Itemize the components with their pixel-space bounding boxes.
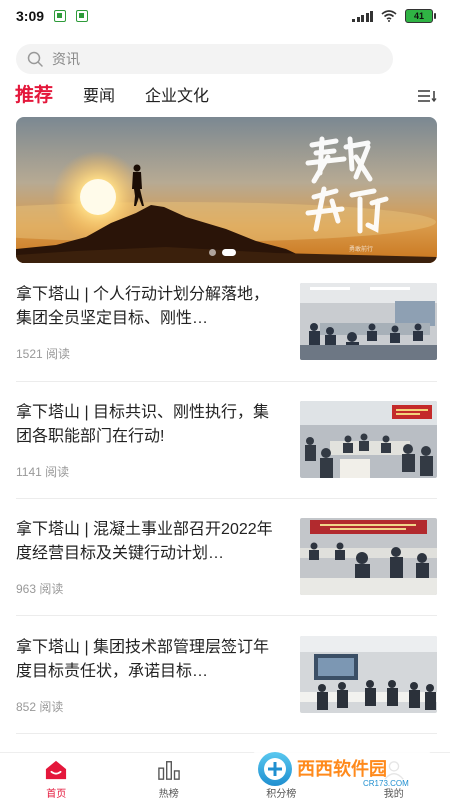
- tab-corporate-culture[interactable]: 企业文化: [145, 82, 209, 112]
- article-item[interactable]: 拿下塔山 | 目标共识、刚性执行，集团各职能部门在行动! 1141 阅读: [16, 401, 437, 497]
- divider: [16, 733, 437, 734]
- article-read-count: 1521 阅读: [16, 347, 71, 361]
- article-thumbnail: [300, 283, 437, 360]
- banner-carousel[interactable]: 勇敢前行: [16, 117, 437, 263]
- article-item[interactable]: 拿下塔山 | 个人行动计划分解落地，集团全员坚定目标、刚性… 1521 阅读: [16, 283, 437, 379]
- banner-image: 勇敢前行: [16, 117, 437, 263]
- watermark-logo: 西西软件园 CR173.COM: [253, 750, 431, 788]
- article-read-count: 1141 阅读: [16, 465, 70, 479]
- divider: [16, 498, 437, 499]
- status-bar: 3:09 41: [0, 0, 450, 32]
- search-icon: [27, 51, 43, 67]
- article-title: 拿下塔山 | 集团技术部管理层签订年度目标责任状，承诺目标…: [16, 639, 270, 680]
- divider: [16, 615, 437, 616]
- divider: [16, 381, 437, 382]
- home-icon: [46, 760, 67, 780]
- signal-icon: [352, 10, 373, 22]
- category-menu-icon[interactable]: [416, 86, 438, 106]
- article-thumbnail: [300, 401, 437, 478]
- wifi-icon: [381, 10, 397, 22]
- carousel-dot-active[interactable]: [222, 249, 236, 256]
- article-title: 拿下塔山 | 目标共识、刚性执行，集团各职能部门在行动!: [16, 404, 270, 445]
- article-read-count: 963 阅读: [16, 582, 64, 596]
- notification-icon: [54, 10, 67, 22]
- article-thumbnail: [300, 636, 437, 713]
- watermark-domain: CR173.COM: [363, 779, 409, 788]
- article-title: 拿下塔山 | 混凝土事业部召开2022年度经营目标及关键行动计划…: [16, 521, 273, 562]
- article-item[interactable]: 拿下塔山 | 集团技术部管理层签订年度目标责任状，承诺目标… 852 阅读: [16, 636, 437, 732]
- carousel-dot[interactable]: [209, 249, 216, 256]
- article-read-count: 852 阅读: [16, 700, 64, 714]
- tab-recommend[interactable]: 推荐: [15, 80, 53, 112]
- watermark-text: 西西软件园: [297, 758, 387, 780]
- article-title: 拿下塔山 | 个人行动计划分解落地，集团全员坚定目标、刚性…: [16, 286, 270, 327]
- status-time: 3:09: [16, 8, 45, 24]
- article-item[interactable]: 拿下塔山 | 混凝土事业部召开2022年度经营目标及关键行动计划… 963 阅读: [16, 518, 437, 614]
- battery-icon: 41: [405, 9, 436, 23]
- bar-chart-icon: [157, 761, 180, 780]
- nav-home[interactable]: 首页: [0, 753, 113, 800]
- battery-level: 41: [405, 9, 433, 23]
- banner-calligraphy: 勇敢前行: [349, 245, 373, 253]
- nav-label: 首页: [46, 789, 67, 800]
- search-bar[interactable]: [16, 44, 393, 74]
- carousel-indicator: [209, 249, 236, 256]
- article-thumbnail: [300, 518, 437, 595]
- nav-hot-list[interactable]: 热榜: [113, 753, 226, 800]
- category-tabs: 推荐 要闻 企业文化: [0, 80, 450, 112]
- search-input[interactable]: [52, 51, 352, 67]
- tab-news[interactable]: 要闻: [83, 82, 115, 112]
- notification-icon: [76, 10, 89, 22]
- nav-label: 热榜: [158, 789, 179, 800]
